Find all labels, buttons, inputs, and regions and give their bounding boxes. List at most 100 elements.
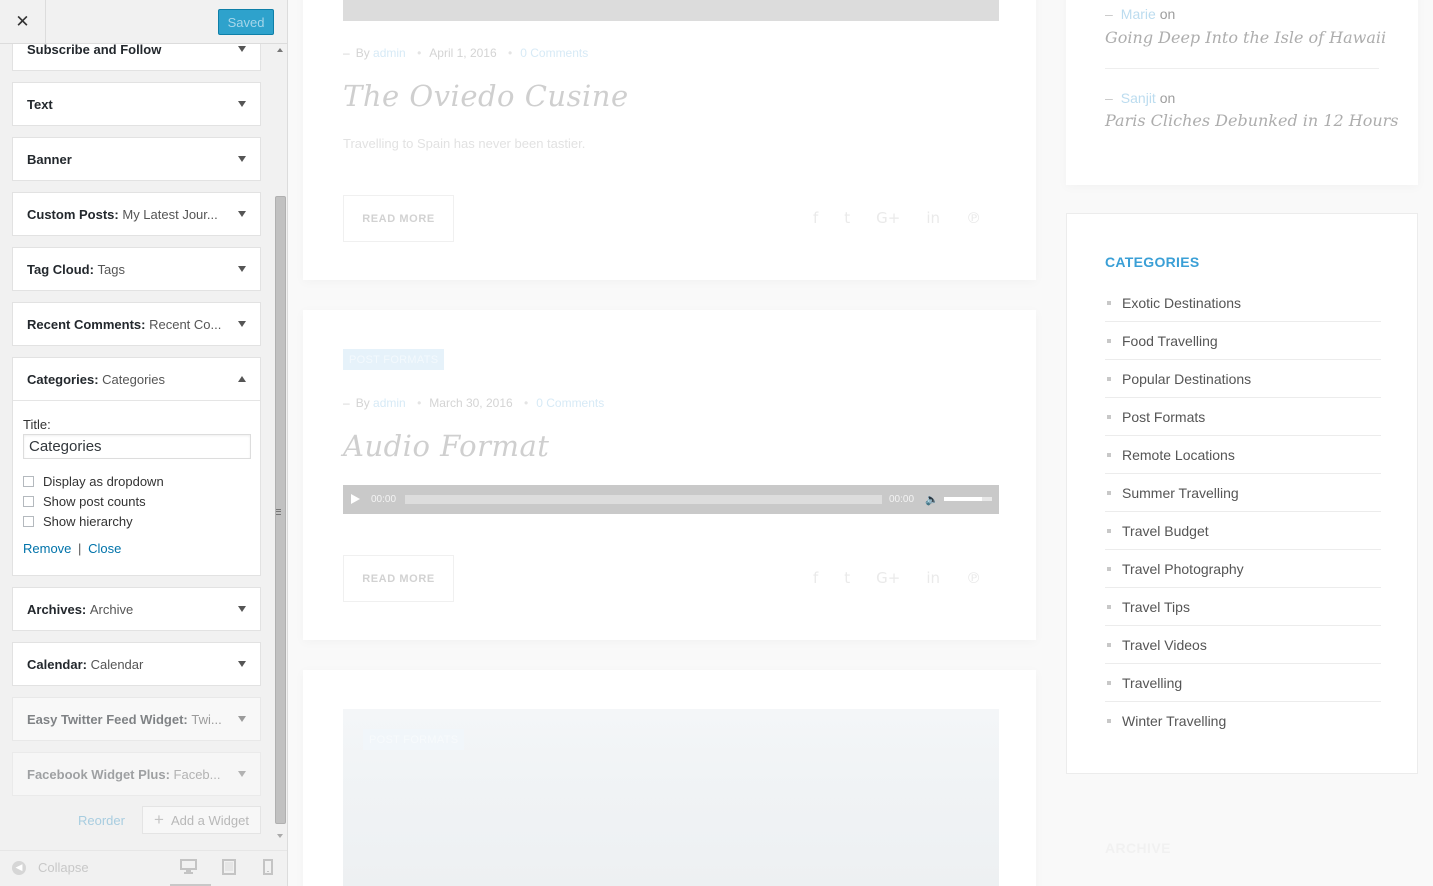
comments-link[interactable]: 0 Comments [536, 396, 604, 410]
widget-categories[interactable]: Categories: Categories Title: Display as… [12, 357, 261, 576]
google-plus-icon[interactable]: G+ [876, 569, 900, 587]
widget-header[interactable]: Categories: Categories [13, 358, 260, 400]
widget-header[interactable]: Recent Comments: Recent Co... [13, 303, 260, 345]
widget-header[interactable]: Custom Posts: My Latest Jour... [13, 193, 260, 235]
widget-facebook-widget-plus[interactable]: Facebook Widget Plus: Faceb... [12, 752, 261, 796]
expand-arrow-icon[interactable] [238, 606, 246, 612]
widget-header[interactable]: Easy Twitter Feed Widget: Twi... [13, 698, 260, 740]
mobile-icon[interactable] [263, 859, 273, 880]
author-link[interactable]: admin [373, 396, 406, 410]
facebook-icon[interactable]: f [813, 209, 818, 227]
widget-text[interactable]: Text [12, 82, 261, 126]
read-more-button[interactable]: READ MORE [343, 555, 454, 602]
add-widget-button[interactable]: + Add a Widget [142, 806, 261, 834]
remove-link[interactable]: Remove [23, 541, 71, 556]
widget-header[interactable]: Text [13, 83, 260, 125]
expand-arrow-icon[interactable] [238, 46, 246, 52]
category-item[interactable]: Travel Photography [1105, 550, 1381, 588]
twitter-icon[interactable]: t [844, 569, 850, 587]
volume-icon[interactable]: 🔈 [925, 493, 939, 506]
widget-header[interactable]: Banner [13, 138, 260, 180]
show-hierarchy-option[interactable]: Show hierarchy [23, 511, 250, 531]
post-title[interactable]: The Oviedo Cusine [343, 79, 629, 113]
category-link[interactable]: Summer Travelling [1122, 485, 1239, 501]
category-link[interactable]: Exotic Destinations [1122, 295, 1241, 311]
comments-link[interactable]: 0 Comments [520, 46, 588, 60]
category-item[interactable]: Summer Travelling [1105, 474, 1381, 512]
collapse-button[interactable]: ◀ Collapse [12, 860, 89, 875]
scroll-up-arrow-icon[interactable] [277, 48, 283, 52]
widget-header[interactable]: Calendar: Calendar [13, 643, 260, 685]
expand-arrow-icon[interactable] [238, 321, 246, 327]
category-link[interactable]: Travel Videos [1122, 637, 1207, 653]
widget-archives[interactable]: Archives: Archive [12, 587, 261, 631]
category-link[interactable]: Remote Locations [1122, 447, 1235, 463]
post-featured-image[interactable]: POST FORMATS [343, 709, 999, 886]
panel-scrollbar[interactable] [273, 44, 287, 844]
widget-header[interactable]: Facebook Widget Plus: Faceb... [13, 753, 260, 795]
display-as-dropdown-checkbox[interactable] [23, 475, 34, 487]
category-link[interactable]: Popular Destinations [1122, 371, 1251, 387]
category-link[interactable]: Post Formats [1122, 409, 1205, 425]
category-item[interactable]: Popular Destinations [1105, 360, 1381, 398]
expand-arrow-icon[interactable] [238, 716, 246, 722]
comment-post-link[interactable]: Paris Cliches Debunked in 12 Hours [1105, 111, 1399, 130]
show-post-counts-checkbox[interactable] [23, 495, 34, 507]
audio-progress-rail[interactable] [405, 495, 882, 504]
category-item[interactable]: Travelling [1105, 664, 1381, 702]
category-link[interactable]: Travel Tips [1122, 599, 1190, 615]
category-link[interactable]: Winter Travelling [1122, 713, 1226, 729]
twitter-icon[interactable]: t [844, 209, 850, 227]
widget-custom-posts[interactable]: Custom Posts: My Latest Jour... [12, 192, 261, 236]
widget-header[interactable]: Archives: Archive [13, 588, 260, 630]
show-hierarchy-checkbox[interactable] [23, 515, 34, 527]
category-link[interactable]: Travel Photography [1122, 561, 1244, 577]
category-link[interactable]: Food Travelling [1122, 333, 1218, 349]
comment-post-link[interactable]: Going Deep Into the Isle of Hawaii [1105, 28, 1386, 47]
category-item[interactable]: Food Travelling [1105, 322, 1381, 360]
close-icon[interactable]: ✕ [0, 0, 46, 43]
category-item[interactable]: Winter Travelling [1105, 702, 1381, 740]
post-title[interactable]: Audio Format [343, 429, 549, 463]
category-item[interactable]: Travel Videos [1105, 626, 1381, 664]
saved-button[interactable]: Saved [218, 9, 274, 35]
author-link[interactable]: admin [373, 46, 406, 60]
category-item[interactable]: Travel Tips [1105, 588, 1381, 626]
widget-recent-comments[interactable]: Recent Comments: Recent Co... [12, 302, 261, 346]
expand-arrow-icon[interactable] [238, 211, 246, 217]
category-item[interactable]: Exotic Destinations [1105, 284, 1381, 322]
expand-arrow-icon[interactable] [238, 661, 246, 667]
category-link[interactable]: Travel Budget [1122, 523, 1209, 539]
widget-banner[interactable]: Banner [12, 137, 261, 181]
collapse-arrow-icon[interactable] [238, 376, 246, 382]
comment-author-link[interactable]: Marie [1121, 6, 1156, 22]
tablet-icon[interactable] [222, 859, 236, 880]
category-item[interactable]: Travel Budget [1105, 512, 1381, 550]
expand-arrow-icon[interactable] [238, 266, 246, 272]
category-link[interactable]: Travelling [1122, 675, 1182, 691]
widget-calendar[interactable]: Calendar: Calendar [12, 642, 261, 686]
facebook-icon[interactable]: f [813, 569, 818, 587]
linkedin-icon[interactable]: in [926, 569, 940, 587]
close-link[interactable]: Close [88, 541, 121, 556]
widget-easy-twitter-feed[interactable]: Easy Twitter Feed Widget: Twi... [12, 697, 261, 741]
reorder-link[interactable]: Reorder [78, 813, 125, 828]
expand-arrow-icon[interactable] [238, 101, 246, 107]
widget-header[interactable]: Tag Cloud: Tags [13, 248, 260, 290]
comment-author-link[interactable]: Sanjit [1121, 90, 1156, 106]
show-post-counts-option[interactable]: Show post counts [23, 491, 250, 511]
title-input[interactable] [23, 434, 251, 459]
post-category-badge[interactable]: POST FORMATS [363, 729, 465, 750]
pinterest-icon[interactable]: ℗ [966, 569, 981, 587]
category-item[interactable]: Remote Locations [1105, 436, 1381, 474]
play-icon[interactable] [351, 494, 360, 504]
widget-tag-cloud[interactable]: Tag Cloud: Tags [12, 247, 261, 291]
expand-arrow-icon[interactable] [238, 771, 246, 777]
read-more-button[interactable]: READ MORE [343, 195, 454, 242]
google-plus-icon[interactable]: G+ [876, 209, 900, 227]
category-item[interactable]: Post Formats [1105, 398, 1381, 436]
pinterest-icon[interactable]: ℗ [966, 209, 981, 227]
expand-arrow-icon[interactable] [238, 156, 246, 162]
post-category-badge[interactable]: POST FORMATS [343, 349, 445, 370]
linkedin-icon[interactable]: in [926, 209, 940, 227]
